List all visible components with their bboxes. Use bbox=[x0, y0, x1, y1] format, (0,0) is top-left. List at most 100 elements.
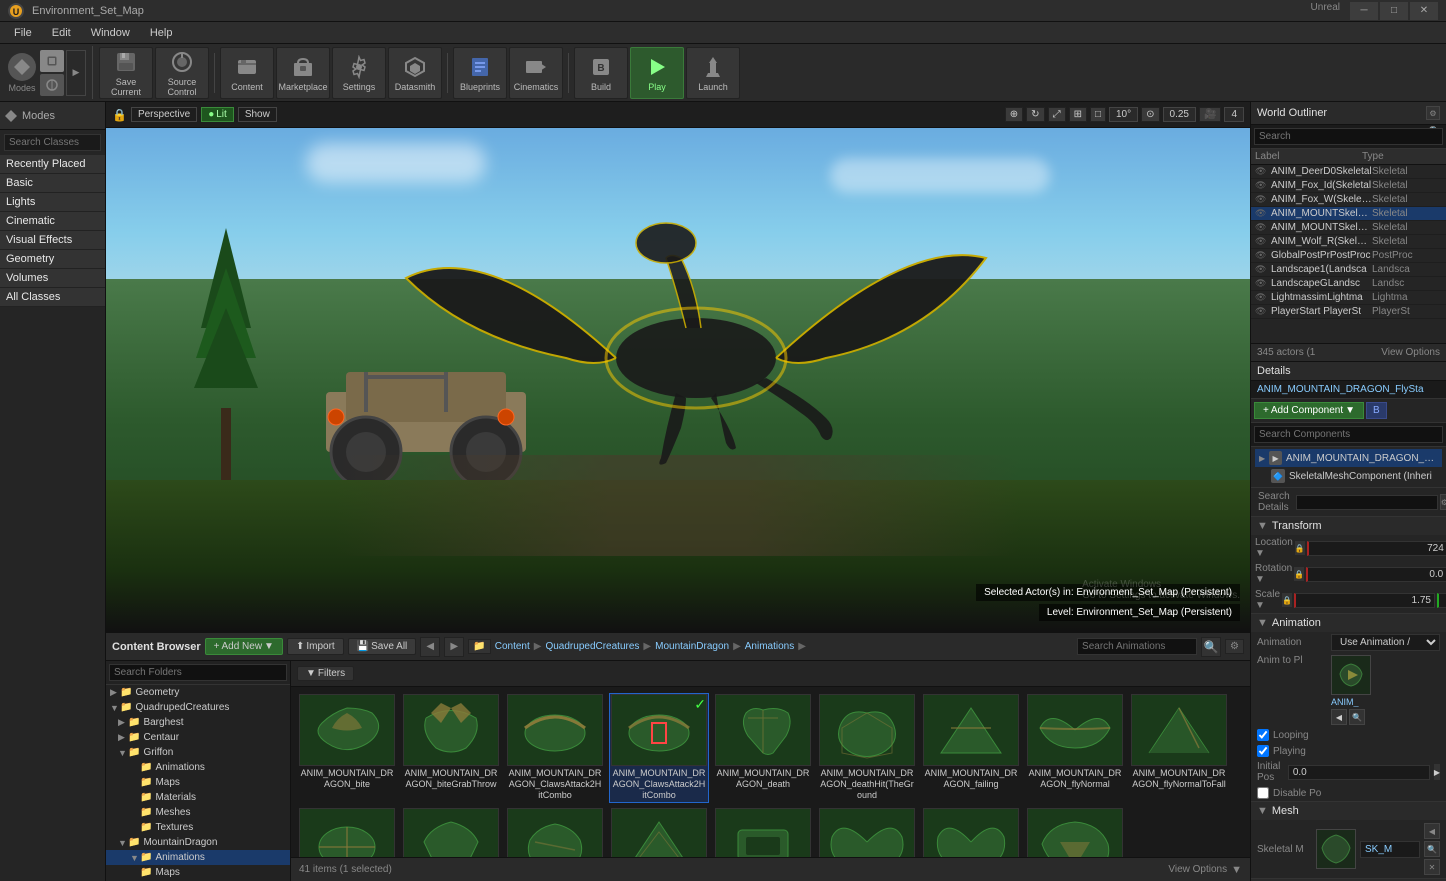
scale-btn[interactable]: ⤢ bbox=[1048, 107, 1066, 122]
content-button[interactable]: Content bbox=[220, 47, 274, 99]
settings-button[interactable]: Settings bbox=[332, 47, 386, 99]
asset-item-15[interactable]: ANIM_MOUNTAIN_DRAGON_getHitRight bbox=[921, 807, 1021, 857]
geometry-header[interactable]: Geometry bbox=[0, 250, 105, 269]
import-button[interactable]: ⬆ Import bbox=[287, 638, 344, 655]
mesh-clear-icon[interactable]: ✕ bbox=[1424, 859, 1440, 875]
all-classes-header[interactable]: All Classes bbox=[0, 288, 105, 307]
breadcrumb-mountain-dragon[interactable]: MountainDragon bbox=[655, 641, 729, 652]
blueprint-button[interactable]: B bbox=[1366, 402, 1387, 419]
add-new-button[interactable]: + Add New ▼ bbox=[205, 638, 283, 655]
scale-y-input[interactable] bbox=[1437, 593, 1446, 608]
breadcrumb-content[interactable]: Content bbox=[495, 641, 530, 652]
menu-help[interactable]: Help bbox=[140, 25, 183, 41]
outliner-settings-icon[interactable]: ⚙ bbox=[1426, 106, 1440, 120]
cinematics-button[interactable]: Cinematics bbox=[509, 47, 563, 99]
marketplace-button[interactable]: Marketplace bbox=[276, 47, 330, 99]
mesh-name-input[interactable]: SK_M bbox=[1360, 841, 1420, 858]
animation-header[interactable]: ▼ Animation bbox=[1251, 614, 1446, 632]
add-component-button[interactable]: + Add Component ▼ bbox=[1254, 402, 1364, 419]
outliner-search-input[interactable] bbox=[1254, 128, 1443, 145]
asset-item-2[interactable]: ANIM_MOUNTAIN_DRAGON_ClawsAttack2HitComb… bbox=[505, 693, 605, 803]
outliner-item-10[interactable]: 👁 PlayerStart PlayerSt PlayerSt bbox=[1251, 305, 1446, 319]
back-button[interactable]: ◀ bbox=[420, 637, 440, 657]
transform-mode[interactable]: □ bbox=[1090, 107, 1106, 122]
folder-quadruped-creatures[interactable]: ▼ 📁 QuadrupedCreatures bbox=[106, 700, 290, 715]
mesh-browse-icon[interactable]: 🔍 bbox=[1424, 841, 1440, 857]
minimize-button[interactable]: ─ bbox=[1350, 2, 1378, 20]
asset-item-11[interactable]: ANIM_MOUNTAIN_DRAGON_FlyStationaryToFall bbox=[505, 807, 605, 857]
search-details-input[interactable] bbox=[1296, 495, 1438, 510]
asset-item-7[interactable]: ANIM_MOUNTAIN_DRAGON_flyNormal bbox=[1025, 693, 1125, 803]
component-item-0[interactable]: ▶ ▶ ANIM_MOUNTAIN_DRAGON_FlySta bbox=[1255, 449, 1442, 467]
filters-button[interactable]: ▼ Filters bbox=[297, 666, 354, 681]
folder-griffon-maps[interactable]: 📁 Maps bbox=[106, 775, 290, 790]
recently-placed-header[interactable]: Recently Placed bbox=[0, 155, 105, 174]
modes-selector-bottom[interactable] bbox=[40, 74, 64, 96]
datasmith-button[interactable]: Datasmith bbox=[388, 47, 442, 99]
restore-button[interactable]: □ bbox=[1380, 2, 1408, 20]
show-button[interactable]: Show bbox=[238, 107, 277, 122]
blueprints-button[interactable]: Blueprints bbox=[453, 47, 507, 99]
outliner-item-7[interactable]: 👁 Landscape1(Landsca Landsca bbox=[1251, 263, 1446, 277]
disable-po-checkbox[interactable] bbox=[1257, 787, 1269, 799]
folder-centaur[interactable]: ▶ 📁 Centaur bbox=[106, 730, 290, 745]
folder-griffon[interactable]: ▼ 📁 Griffon bbox=[106, 745, 290, 760]
translate-btn[interactable]: ⊕ bbox=[1005, 107, 1023, 122]
outliner-item-8[interactable]: 👁 LandscapeGLandsc Landsc bbox=[1251, 277, 1446, 291]
initial-pos-arrow-icon[interactable]: ▶ bbox=[1434, 764, 1440, 780]
asset-item-3[interactable]: ANIM_MOUNTAIN_DRAGON_ClawsAttack2HitComb… bbox=[609, 693, 709, 803]
cb-settings-button[interactable]: ⚙ bbox=[1225, 639, 1244, 654]
close-button[interactable]: ✕ bbox=[1410, 2, 1438, 20]
asset-item-10[interactable]: ANIM_MOUNTAIN_DRAGON_FlyStationaryFireBr… bbox=[401, 807, 501, 857]
save-all-button[interactable]: 💾 Save All bbox=[348, 638, 417, 655]
lights-header[interactable]: Lights bbox=[0, 193, 105, 212]
rotation-x-input[interactable] bbox=[1306, 567, 1446, 582]
breadcrumb-animations[interactable]: Animations bbox=[745, 641, 794, 652]
modes-selector-top[interactable] bbox=[40, 50, 64, 72]
save-current-button[interactable]: Save Current bbox=[99, 47, 153, 99]
asset-item-14[interactable]: ANIM_MOUNTAIN_DRAGON_getHitLeft bbox=[817, 807, 917, 857]
lit-button[interactable]: ● Lit bbox=[201, 107, 234, 122]
asset-item-9[interactable]: ANIM_MOUNTAIN_DRAGON_FlyStationaryGetHit bbox=[297, 807, 397, 857]
scale-lock-icon[interactable]: 🔒 bbox=[1282, 593, 1292, 607]
playing-checkbox[interactable] bbox=[1257, 745, 1269, 757]
asset-item-0[interactable]: ANIM_MOUNTAIN_DRAGON_bite bbox=[297, 693, 397, 803]
search-submit-button[interactable]: 🔍 bbox=[1201, 637, 1221, 657]
outliner-item-4[interactable]: 👁 ANIM_MOUNTSkeletal Skeletal bbox=[1251, 221, 1446, 235]
folder-griffon-materials[interactable]: 📁 Materials bbox=[106, 790, 290, 805]
folder-barghest[interactable]: ▶ 📁 Barghest bbox=[106, 715, 290, 730]
asset-item-4[interactable]: ANIM_MOUNTAIN_DRAGON_death bbox=[713, 693, 813, 803]
visual-effects-header[interactable]: Visual Effects bbox=[0, 231, 105, 250]
3d-viewport[interactable]: Selected Actor(s) in: Environment_Set_Ma… bbox=[106, 128, 1250, 631]
anim-browse-icon[interactable]: 🔍 bbox=[1349, 709, 1365, 725]
view-options-outliner[interactable]: View Options bbox=[1381, 347, 1440, 358]
anim-back-icon[interactable]: ◀ bbox=[1331, 709, 1347, 725]
asset-item-13[interactable]: ANIM_MOUNTAIN_DRAGON_getHitFront bbox=[713, 807, 813, 857]
forward-button[interactable]: ▶ bbox=[444, 637, 464, 657]
outliner-item-9[interactable]: 👁 LightmassimLightma Lightma bbox=[1251, 291, 1446, 305]
folder-geometry[interactable]: ▶ 📁 Geometry bbox=[106, 685, 290, 700]
animation-mode-select[interactable]: Use Animation / bbox=[1331, 634, 1440, 651]
scale-x-input[interactable] bbox=[1294, 593, 1435, 608]
outliner-item-3[interactable]: 👁 ANIM_MOUNTSkeletal Skeletal bbox=[1251, 207, 1446, 221]
search-classes-input[interactable] bbox=[4, 134, 101, 151]
asset-item-6[interactable]: ANIM_MOUNTAIN_DRAGON_failing bbox=[921, 693, 1021, 803]
content-search-input[interactable] bbox=[1077, 638, 1197, 655]
coord-system-btn[interactable]: ⊞ bbox=[1069, 107, 1087, 122]
folder-griffon-textures[interactable]: 📁 Textures bbox=[106, 820, 290, 835]
camera-speed-btn[interactable]: 🎥 bbox=[1199, 107, 1221, 122]
outliner-item-1[interactable]: 👁 ANIM_Fox_Id(Skeletal Skeletal bbox=[1251, 179, 1446, 193]
build-button[interactable]: B Build bbox=[574, 47, 628, 99]
asset-item-16[interactable]: ANIM_MOUNTAIN_DRAGON_glide bbox=[1025, 807, 1125, 857]
looping-checkbox[interactable] bbox=[1257, 729, 1269, 741]
volumes-header[interactable]: Volumes bbox=[0, 269, 105, 288]
mesh-back-icon[interactable]: ◀ bbox=[1424, 823, 1440, 839]
source-control-button[interactable]: Source Control bbox=[155, 47, 209, 99]
folder-search-input[interactable] bbox=[109, 664, 287, 681]
outliner-item-5[interactable]: 👁 ANIM_Wolf_R(Skeletal Skeletal bbox=[1251, 235, 1446, 249]
folder-griffon-meshes[interactable]: 📁 Meshes bbox=[106, 805, 290, 820]
initial-pos-input[interactable] bbox=[1288, 765, 1430, 780]
search-components-input[interactable] bbox=[1254, 426, 1443, 443]
asset-item-1[interactable]: ANIM_MOUNTAIN_DRAGON_biteGrabThrow bbox=[401, 693, 501, 803]
play-button[interactable]: Play bbox=[630, 47, 684, 99]
